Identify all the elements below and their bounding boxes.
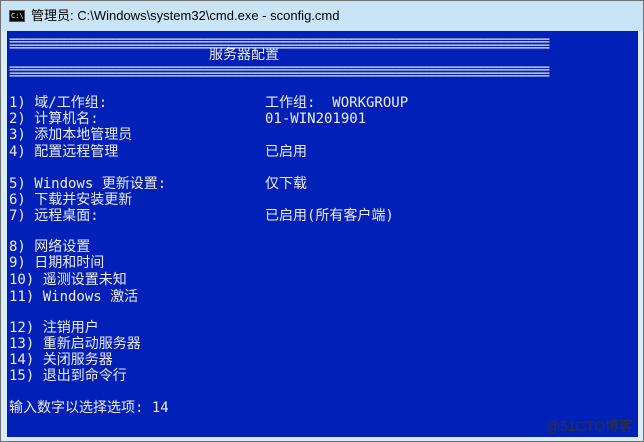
menu-value-domain: 工作组: WORKGROUP [265, 95, 409, 111]
menu-item-computer-name: 2) 计算机名: [9, 111, 99, 127]
cmd-icon: C:\ [9, 10, 25, 22]
menu-item-windows-activation: 11) Windows 激活 [9, 289, 139, 305]
menu-value-remote-desktop: 已启用(所有客户端) [265, 208, 394, 224]
menu-item-download-updates: 6) 下载并安装更新 [9, 192, 133, 208]
menu-item-remote-management: 4) 配置远程管理 [9, 144, 119, 160]
cmd-window: C:\ 管理员: C:\Windows\system32\cmd.exe - s… [0, 0, 644, 442]
menu-item-date-time: 9) 日期和时间 [9, 255, 105, 271]
menu-value-windows-update: 仅下载 [265, 176, 307, 192]
title-bar[interactable]: C:\ 管理员: C:\Windows\system32\cmd.exe - s… [1, 1, 643, 31]
cmd-icon-label: C:\ [11, 12, 24, 20]
window-title: 管理员: C:\Windows\system32\cmd.exe - sconf… [31, 8, 340, 23]
menu-item-restart: 13) 重新启动服务器 [9, 336, 141, 352]
menu-item-shutdown: 14) 关闭服务器 [9, 352, 113, 368]
menu-item-add-admin: 3) 添加本地管理员 [9, 127, 133, 143]
menu-item-log-off: 12) 注销用户 [9, 320, 99, 336]
separator-line: ========================================… [9, 67, 550, 83]
console-area[interactable]: ========================================… [7, 31, 638, 437]
menu-item-telemetry: 10) 遥测设置未知 [9, 272, 127, 288]
watermark: @51CTO博客 [545, 418, 633, 434]
menu-item-exit: 15) 退出到命令行 [9, 368, 127, 384]
menu-item-network-settings: 8) 网络设置 [9, 239, 91, 255]
menu-item-windows-update: 5) Windows 更新设置: [9, 176, 167, 192]
menu-item-domain: 1) 域/工作组: [9, 95, 108, 111]
menu-item-remote-desktop: 7) 远程桌面: [9, 208, 99, 224]
menu-value-computer-name: 01-WIN201901 [265, 111, 367, 127]
menu-value-remote-management: 已启用 [265, 144, 307, 160]
command-prompt[interactable]: 输入数字以选择选项: 14 [9, 400, 169, 416]
